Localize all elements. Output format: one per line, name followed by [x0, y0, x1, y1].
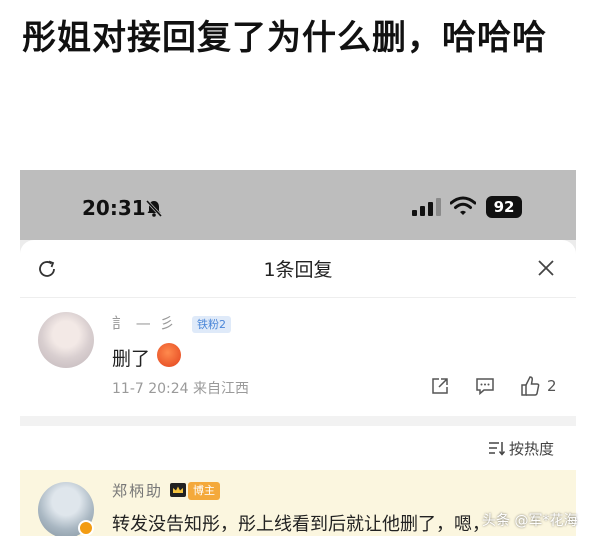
embedded-screenshot: 20:31 92 1条回复 訁 — 彡 铁粉2 删了 11-7 20:24 来自… [20, 170, 576, 536]
reply-sheet: 1条回复 訁 — 彡 铁粉2 删了 11-7 20:24 来自江西 2 [20, 240, 576, 416]
sort-bar: 按热度 [20, 426, 576, 470]
sheet-header: 1条回复 [20, 240, 576, 298]
share-icon[interactable] [430, 376, 450, 396]
cellular-signal-icon [412, 198, 441, 216]
replier-username[interactable]: 郑柄助 [112, 480, 163, 501]
fan-badge: 铁粉2 [192, 316, 231, 333]
sort-icon[interactable] [488, 440, 506, 456]
sort-by-hot-button[interactable]: 按热度 [509, 438, 554, 459]
comment-meta: 11-7 20:24 来自江西 [112, 381, 250, 397]
wifi-icon [450, 196, 476, 215]
muted-bell-icon [145, 199, 163, 218]
like-count: 2 [547, 377, 557, 395]
section-divider [20, 416, 576, 426]
commenter-username[interactable]: 訁 — 彡 [112, 312, 177, 333]
watermark-label: 头条 @军*花海 [482, 513, 578, 529]
battery-indicator: 92 [486, 196, 522, 218]
verified-badge-icon [78, 520, 94, 536]
rank-badge: 博主 [188, 482, 220, 500]
vip-crown-icon [170, 483, 186, 497]
sheet-title: 1条回复 [263, 259, 333, 281]
comment-text: 删了 [112, 348, 151, 370]
thumbs-up-icon[interactable] [520, 375, 540, 397]
commenter-avatar[interactable] [38, 312, 94, 368]
reply-text: 转发没告知彤，彤上线看到后就让他删了，嗯， [112, 514, 490, 535]
reply-icon[interactable] [475, 376, 495, 396]
article-headline: 彤姐对接回复了为什么删，哈哈哈 [22, 18, 547, 58]
close-icon[interactable] [536, 258, 556, 278]
status-time: 20:31 [82, 196, 146, 220]
status-bar: 20:31 92 [20, 170, 576, 240]
angry-emoji-icon [157, 343, 181, 367]
